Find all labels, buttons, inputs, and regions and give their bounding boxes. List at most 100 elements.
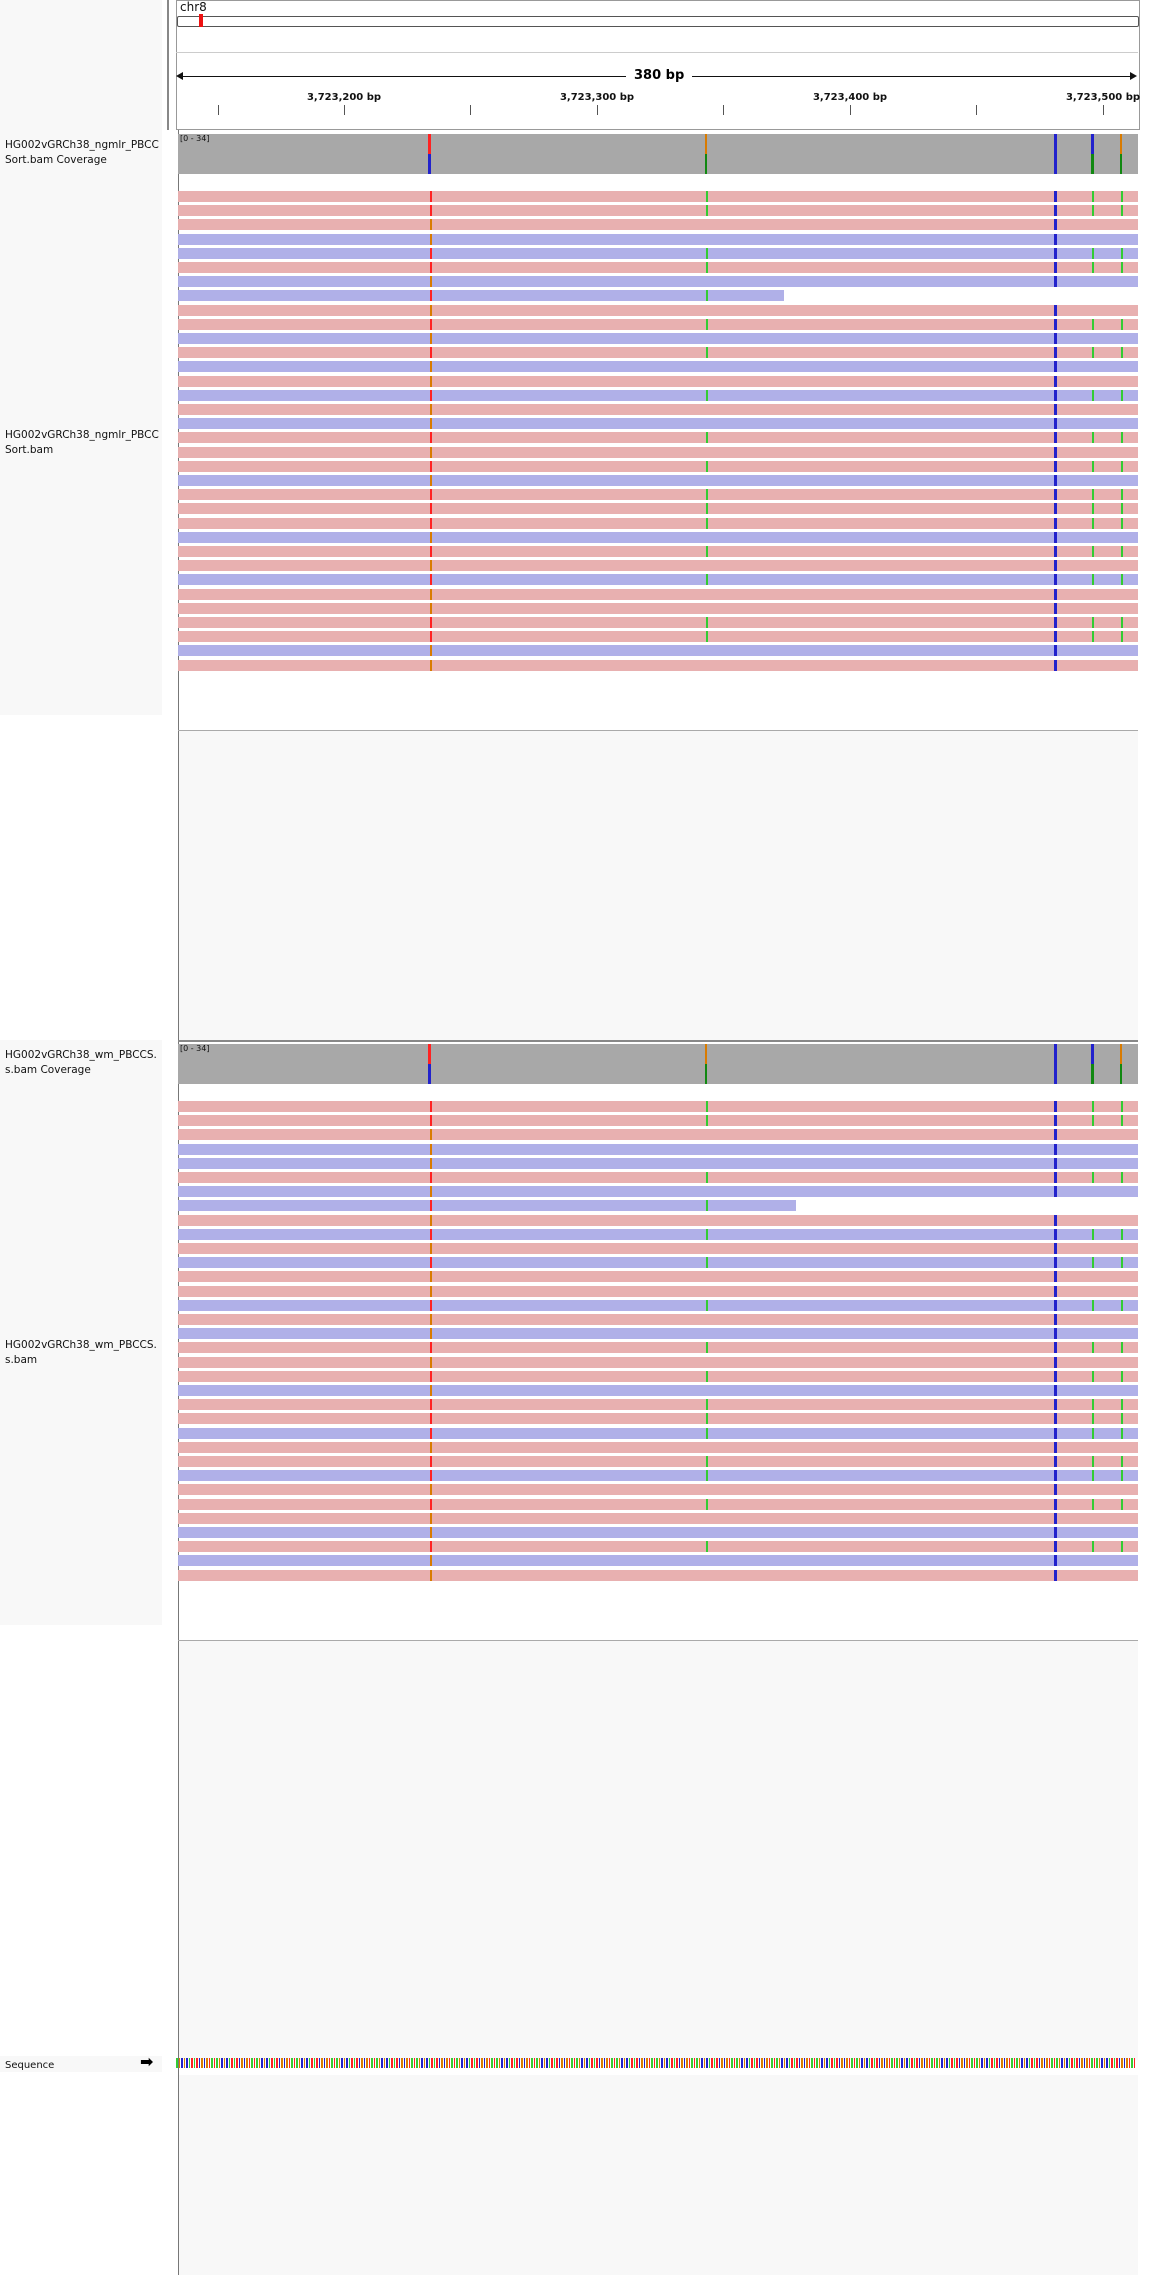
sequence-base xyxy=(1063,2058,1066,2068)
sequence-base xyxy=(371,2058,373,2068)
sequence-base xyxy=(1086,2058,1088,2068)
sequence-base xyxy=(703,2058,706,2068)
sequence-base xyxy=(641,2058,643,2068)
sequence-base xyxy=(198,2058,201,2068)
bam-track-name[interactable]: HG002vGRCh38_ngmlr_PBCCSort.bam xyxy=(5,428,165,458)
sequence-base xyxy=(413,2058,416,2068)
read xyxy=(178,404,1138,415)
bam-track-name[interactable]: HG002vGRCh38_wm_PBCCS.s.bam xyxy=(5,1338,165,1368)
sequence-base xyxy=(953,2058,956,2068)
read-variant xyxy=(706,1470,708,1482)
sequence-base xyxy=(998,2058,1001,2068)
read-variant xyxy=(1054,418,1057,430)
sequence-base xyxy=(1028,2058,1031,2068)
read xyxy=(178,333,1138,344)
sequence-base xyxy=(896,2058,898,2068)
read-variant xyxy=(1121,1427,1123,1439)
read xyxy=(178,1328,1138,1340)
read xyxy=(178,205,1138,217)
sequence-base xyxy=(793,2058,796,2068)
sequence-base xyxy=(288,2058,291,2068)
current-region-marker[interactable] xyxy=(199,14,203,27)
read-variant xyxy=(1054,361,1057,373)
sequence-base xyxy=(911,2058,913,2068)
sequence-base xyxy=(1083,2058,1086,2068)
sequence-base xyxy=(608,2058,611,2068)
sequence-base xyxy=(191,2058,193,2068)
read-variant xyxy=(430,1441,432,1453)
sequence-base xyxy=(663,2058,666,2068)
read xyxy=(178,1370,1138,1382)
sequence-base xyxy=(943,2058,946,2068)
sequence-base xyxy=(356,2058,358,2068)
read-variant xyxy=(706,1399,708,1411)
sequence-base xyxy=(351,2058,353,2068)
sequence-base xyxy=(991,2058,993,2068)
sequence-base xyxy=(821,2058,823,2068)
coverage-track-name[interactable]: HG002vGRCh38_ngmlr_PBCCSort.bam Coverage xyxy=(5,138,165,168)
sequence-base xyxy=(521,2058,523,2068)
read-variant xyxy=(430,1214,432,1226)
panel-divider[interactable] xyxy=(167,0,169,130)
read-variant xyxy=(1121,460,1123,472)
sequence-base xyxy=(856,2058,858,2068)
read-variant xyxy=(706,347,708,359)
sequence-base xyxy=(841,2058,843,2068)
read xyxy=(178,631,1138,643)
coverage-track-name[interactable]: HG002vGRCh38_wm_PBCCS.s.bam Coverage xyxy=(5,1048,165,1078)
sequence-base xyxy=(708,2058,711,2068)
read-variant xyxy=(706,546,708,557)
read-variant xyxy=(430,517,432,529)
sequence-base xyxy=(518,2058,521,2068)
coverage-variant xyxy=(705,1044,707,1064)
sequence-base xyxy=(1046,2058,1048,2068)
read xyxy=(178,588,1138,600)
sequence-base xyxy=(348,2058,351,2068)
read xyxy=(178,1569,1138,1581)
sequence-base xyxy=(246,2058,248,2068)
read-variant xyxy=(1121,1470,1123,1482)
sequence-base xyxy=(1113,2058,1116,2068)
sequence-base xyxy=(313,2058,316,2068)
sequence-base xyxy=(233,2058,236,2068)
read-variant xyxy=(706,432,708,444)
sequence-base xyxy=(248,2058,251,2068)
read-variant xyxy=(706,290,708,302)
read xyxy=(178,517,1138,529)
sequence-base xyxy=(668,2058,671,2068)
read-variant xyxy=(1054,304,1057,316)
read-variant xyxy=(706,574,708,586)
read-variant xyxy=(1092,247,1094,259)
read-variant xyxy=(706,1172,708,1183)
sequence-base xyxy=(251,2058,253,2068)
sequence-track-name[interactable]: Sequence xyxy=(5,2058,54,2073)
sequence-base xyxy=(643,2058,646,2068)
right-arrow-icon[interactable]: ➡ xyxy=(140,2054,153,2070)
read-variant xyxy=(706,1541,708,1553)
sequence-base xyxy=(258,2058,261,2068)
sequence-base xyxy=(783,2058,786,2068)
chromosome-ideogram[interactable] xyxy=(177,16,1139,27)
read xyxy=(178,1527,1138,1538)
coverage-variant xyxy=(1120,1064,1122,1084)
sequence-base xyxy=(451,2058,453,2068)
sequence-base xyxy=(333,2058,336,2068)
read-variant xyxy=(430,475,432,486)
sequence-base xyxy=(848,2058,851,2068)
sequence-base xyxy=(463,2058,466,2068)
read-variant xyxy=(1054,475,1057,486)
sequence-base xyxy=(906,2058,908,2068)
span-label: 380 bp xyxy=(626,68,693,83)
sequence-base xyxy=(201,2058,203,2068)
sequence-base xyxy=(321,2058,323,2068)
sequence-base xyxy=(878,2058,881,2068)
sequence-base xyxy=(468,2058,471,2068)
sequence-base xyxy=(866,2058,868,2068)
read xyxy=(178,1441,1138,1453)
sequence-base xyxy=(181,2058,183,2068)
sequence-base xyxy=(1033,2058,1036,2068)
read-variant xyxy=(1054,219,1057,231)
sequence-base xyxy=(808,2058,811,2068)
sequence-base xyxy=(776,2058,778,2068)
sequence-base xyxy=(488,2058,491,2068)
